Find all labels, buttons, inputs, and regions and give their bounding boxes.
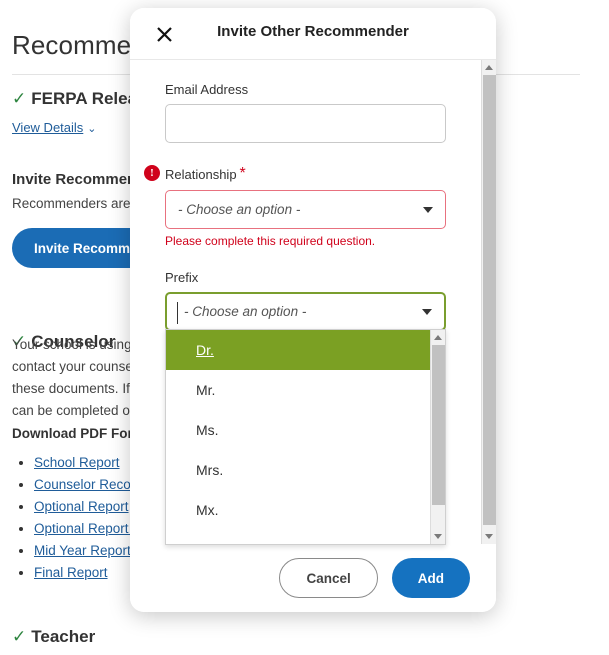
prefix-option-label: Mr. <box>196 382 216 398</box>
check-icon: ✓ <box>12 89 27 108</box>
prefix-option-mr[interactable]: Mr. <box>166 370 445 410</box>
relationship-field-group: ! Relationship * - Choose an option - Pl… <box>144 165 466 248</box>
relationship-select-value: - Choose an option - <box>178 202 301 217</box>
pdf-link-school-report[interactable]: School Report <box>34 455 120 470</box>
required-asterisk: * <box>239 165 246 182</box>
text-cursor <box>177 302 178 324</box>
view-details-link[interactable]: View Details ⌄ <box>12 120 97 135</box>
email-label: Email Address <box>165 82 249 97</box>
prefix-select[interactable]: - Choose an option - <box>165 292 446 331</box>
view-details-label: View Details <box>12 120 84 135</box>
scroll-up-arrow-icon[interactable] <box>482 60 496 75</box>
prefix-select-value: - Choose an option - <box>184 304 307 319</box>
pdf-link-optional-report[interactable]: Optional Report <box>34 499 129 514</box>
invite-other-recommender-modal: Invite Other Recommender Email Address !… <box>130 8 496 612</box>
add-button[interactable]: Add <box>391 558 470 598</box>
prefix-option-ms[interactable]: Ms. <box>166 410 445 450</box>
scrollbar-thumb[interactable] <box>432 345 445 505</box>
check-icon: ✓ <box>12 627 27 646</box>
relationship-label-row: ! Relationship * <box>144 165 466 183</box>
dropdown-scrollbar[interactable] <box>430 330 445 544</box>
prefix-option-label: Mx. <box>196 502 219 518</box>
prefix-dropdown-list[interactable]: Dr. Mr. Ms. Mrs. Mx. <box>165 329 446 545</box>
prefix-option-label: Ms. <box>196 422 219 438</box>
cancel-button[interactable]: Cancel <box>279 558 378 598</box>
modal-body-scrollbar[interactable] <box>481 60 496 544</box>
chevron-down-icon <box>422 308 432 315</box>
teacher-label: Teacher <box>31 627 96 646</box>
prefix-field-group: Prefix - Choose an option - <box>165 270 466 331</box>
scroll-up-arrow-icon[interactable] <box>431 330 445 345</box>
relationship-error-message: Please complete this required question. <box>165 234 376 248</box>
relationship-label: Relationship <box>165 166 237 182</box>
chevron-down-icon <box>423 206 433 213</box>
error-exclamation-icon: ! <box>144 165 160 181</box>
pdf-link-mid-year-report[interactable]: Mid Year Report <box>34 543 131 558</box>
pdf-link-optional-report-2[interactable]: Optional Report 2 <box>34 521 140 536</box>
prefix-option-mx[interactable]: Mx. <box>166 490 445 530</box>
modal-header: Invite Other Recommender <box>130 8 496 60</box>
scroll-down-arrow-icon[interactable] <box>431 529 445 544</box>
email-input[interactable] <box>165 104 446 143</box>
email-field-group: Email Address <box>165 82 466 143</box>
section-header-teacher: ✓ Teacher <box>12 627 95 647</box>
pdf-link-final-report[interactable]: Final Report <box>34 565 108 580</box>
scrollbar-thumb[interactable] <box>483 75 496 525</box>
prefix-label: Prefix <box>165 270 199 285</box>
prefix-option-dr[interactable]: Dr. <box>166 330 445 370</box>
prefix-option-label: Dr. <box>196 342 214 358</box>
prefix-option-mrs[interactable]: Mrs. <box>166 450 445 490</box>
screen: Recommenders ✓FERPA Release Authorizatio… <box>0 0 609 655</box>
modal-form: Email Address ! Relationship * - Choose … <box>130 60 496 353</box>
prefix-option-label: Mrs. <box>196 462 224 478</box>
relationship-select[interactable]: - Choose an option - <box>165 190 446 229</box>
scroll-down-arrow-icon[interactable] <box>482 529 496 544</box>
modal-footer: Cancel Add <box>130 544 496 612</box>
chevron-down-icon: ⌄ <box>87 123 97 135</box>
modal-title: Invite Other Recommender <box>217 23 409 40</box>
